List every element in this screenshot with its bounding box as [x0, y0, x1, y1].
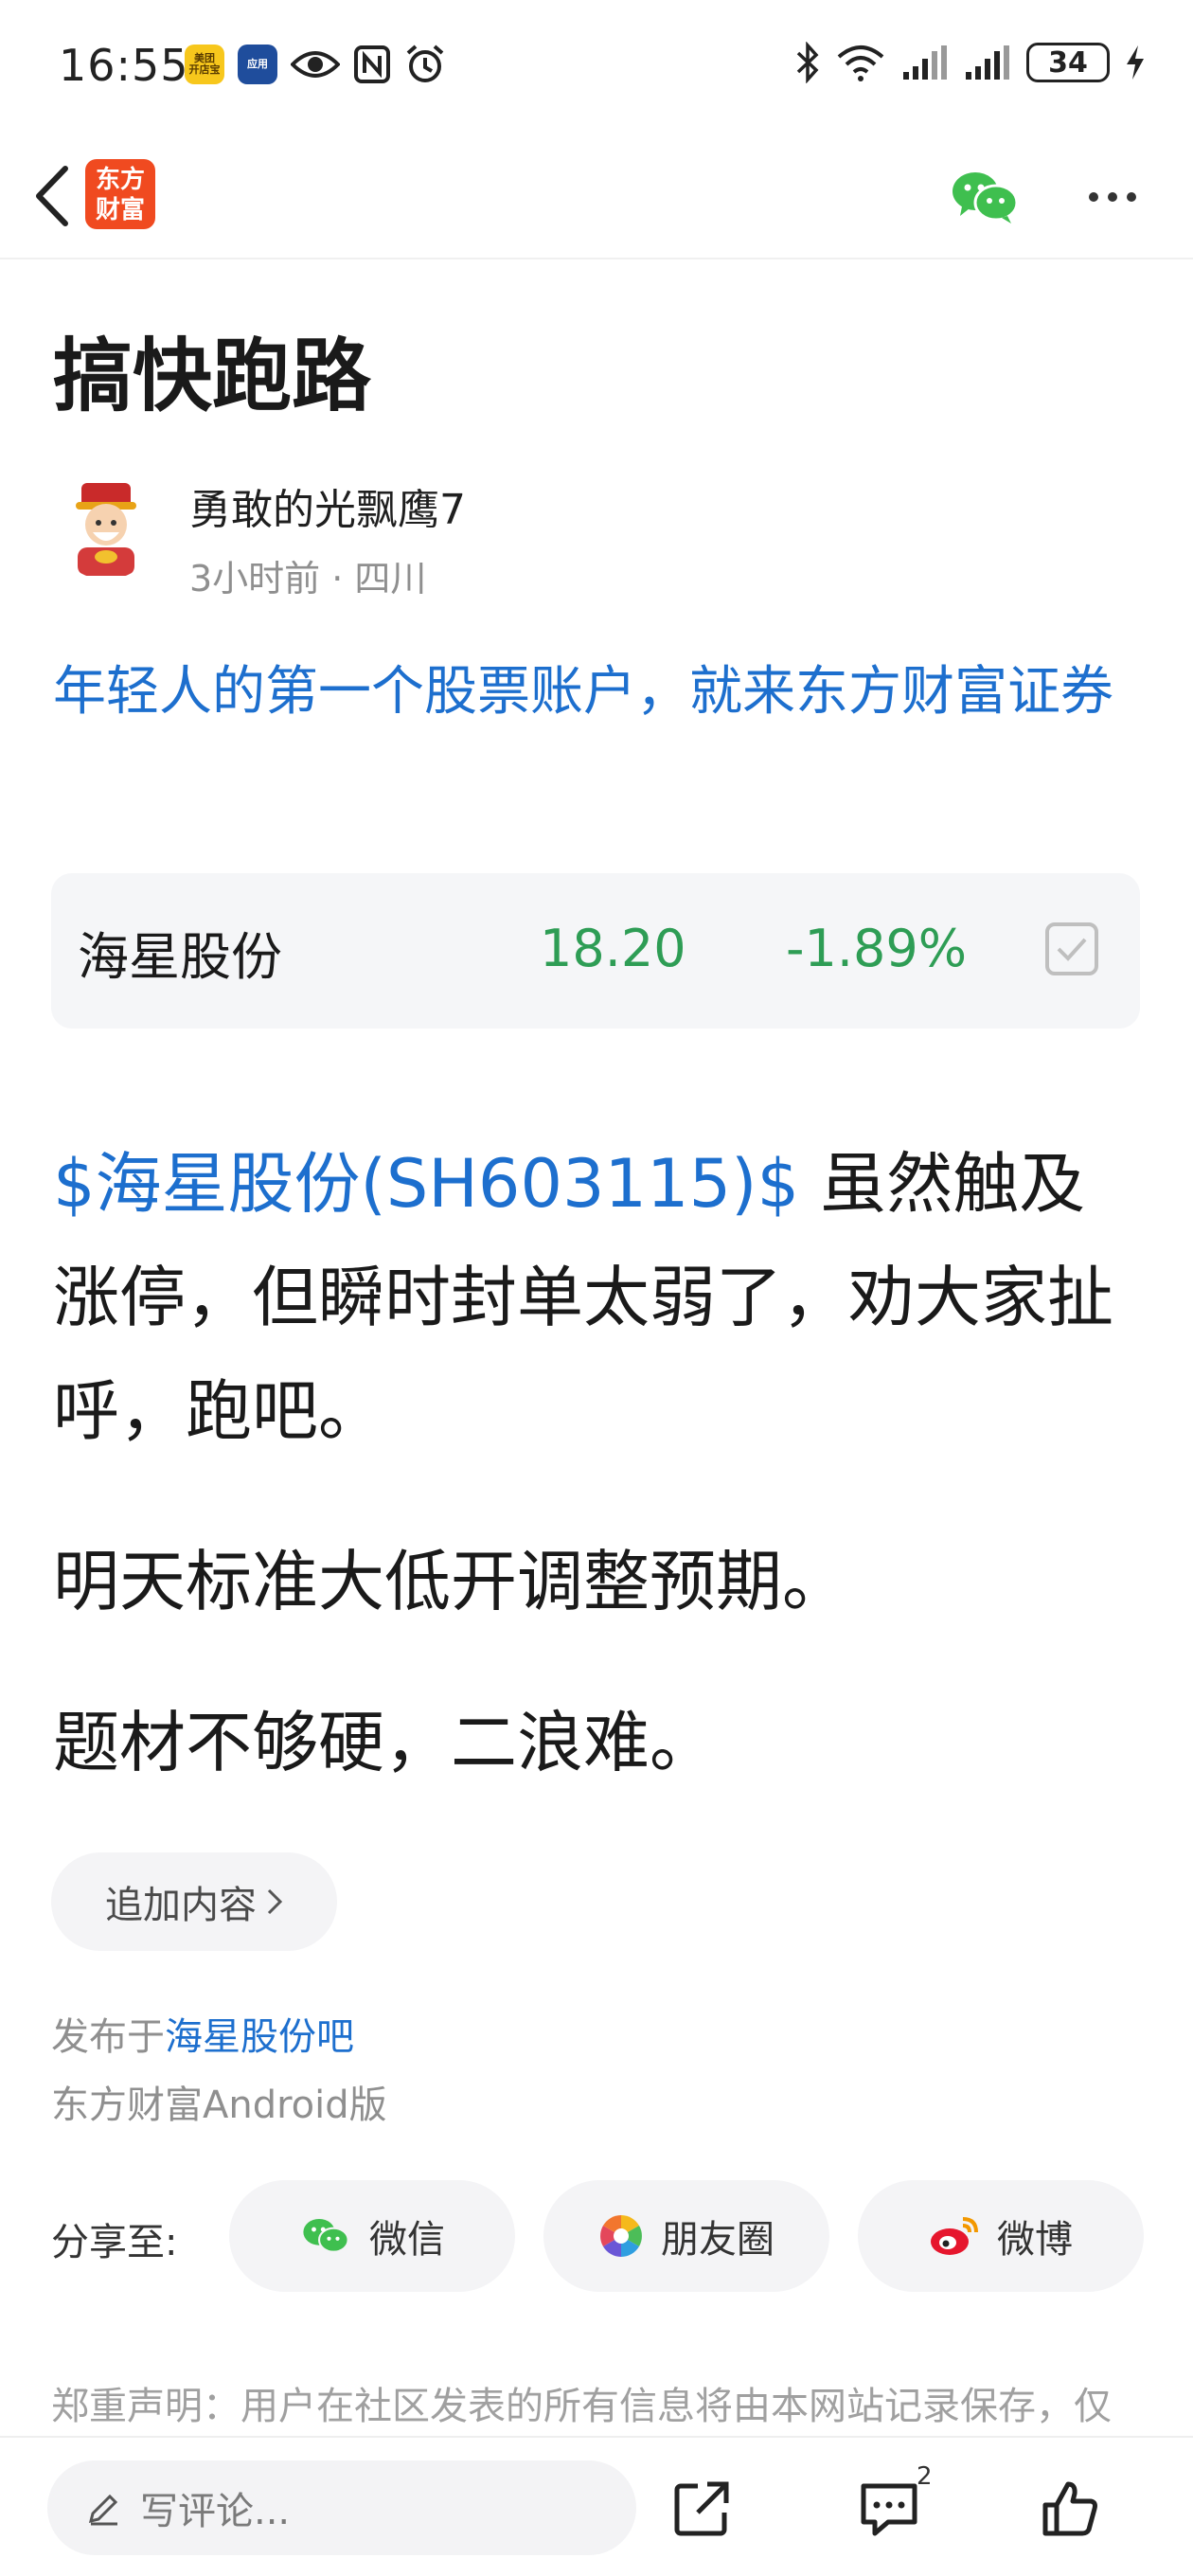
stock-price: 18.20: [540, 919, 686, 978]
moments-icon: [600, 2215, 642, 2257]
fortune-god-avatar-icon: [76, 483, 136, 576]
meituan-app-icon: 美团 开店宝: [185, 45, 224, 84]
add-watchlist-checkbox[interactable]: [1045, 922, 1098, 975]
weibo-icon: [931, 2217, 978, 2255]
wifi-icon: [837, 45, 884, 81]
chevron-right-icon: [267, 1888, 283, 1915]
chevron-left-icon: [36, 166, 68, 226]
comment-input[interactable]: 写评论...: [47, 2460, 636, 2555]
nfc-icon: [354, 45, 390, 83]
share-label: 分享至:: [51, 2221, 178, 2264]
post-title: 搞快跑路: [53, 330, 372, 422]
comment-count: 2: [917, 2462, 933, 2491]
like-button[interactable]: [1028, 2466, 1113, 2551]
author-avatar[interactable]: [53, 474, 159, 580]
wechat-share-button[interactable]: [947, 159, 1023, 235]
wechat-icon: [303, 2218, 349, 2253]
post-paragraph-1: $海星股份(SH603115)$ 虽然触及涨停，但瞬时封单太弱了，劝大家扯呼，跑…: [53, 1127, 1151, 1468]
thumbs-up-icon: [1042, 2481, 1097, 2536]
eastmoney-logo[interactable]: 东方 财富: [85, 159, 155, 229]
stock-quote-card[interactable]: 海星股份 18.20 -1.89%: [51, 873, 1140, 1029]
pencil-icon: [88, 2494, 118, 2526]
client-version: 东方财富Android版: [51, 2084, 387, 2127]
published-in: 发布于海星股份吧: [51, 2015, 354, 2059]
signal-icon-2: [966, 45, 1009, 80]
eye-icon: [291, 51, 340, 78]
post-paragraph-2: 明天标准大低开调整预期。: [53, 1543, 848, 1620]
alarm-icon: [406, 45, 444, 82]
status-bar: 16:55 美团 开店宝 应用 34: [0, 0, 1193, 133]
promo-link[interactable]: 年轻人的第一个股票账户，就来东方财富证券: [53, 650, 1142, 735]
status-time: 16:55: [59, 40, 189, 91]
signal-icon-1: [903, 45, 947, 80]
check-icon: [1057, 938, 1087, 961]
stock-tag-link[interactable]: $海星股份(SH603115)$: [53, 1145, 799, 1223]
status-notification-icons: 美团 开店宝 应用: [185, 44, 446, 85]
author-name[interactable]: 勇敢的光飘鹰7: [189, 475, 466, 536]
comment-placeholder: 写评论...: [140, 2490, 291, 2533]
share-weibo-button[interactable]: 微博: [858, 2180, 1144, 2292]
share-wechat-button[interactable]: 微信: [229, 2180, 515, 2292]
wechat-icon: [953, 172, 1019, 224]
top-nav-bar: 东方 财富: [0, 133, 1193, 259]
battery-indicator: 34: [1026, 43, 1110, 82]
stock-change: -1.89%: [786, 919, 968, 978]
share-icon: [674, 2481, 729, 2536]
bluetooth-icon: [796, 42, 819, 83]
post-meta: 3小时前 · 四川: [189, 558, 427, 599]
stock-name: 海星股份: [78, 927, 282, 987]
disclaimer-text: 郑重声明：用户在社区发表的所有信息将由本网站记录保存，仅: [51, 2385, 1112, 2428]
status-right-icons: 34: [795, 42, 1146, 83]
share-button[interactable]: [659, 2466, 744, 2551]
more-options-button[interactable]: [1070, 159, 1155, 235]
app-notification-icon: 应用: [238, 45, 277, 84]
post-paragraph-3: 题材不够硬，二浪难。: [53, 1704, 716, 1781]
back-button[interactable]: [19, 153, 85, 239]
share-moments-button[interactable]: 朋友圈: [543, 2180, 829, 2292]
comment-icon: [861, 2483, 917, 2536]
bottom-action-bar: 写评论... 2: [0, 2436, 1193, 2576]
forum-link[interactable]: 海星股份吧: [165, 2015, 354, 2059]
add-content-label: 追加内容: [105, 1884, 257, 1927]
add-content-button[interactable]: 追加内容: [51, 1852, 337, 1951]
charging-icon: [1127, 45, 1144, 80]
